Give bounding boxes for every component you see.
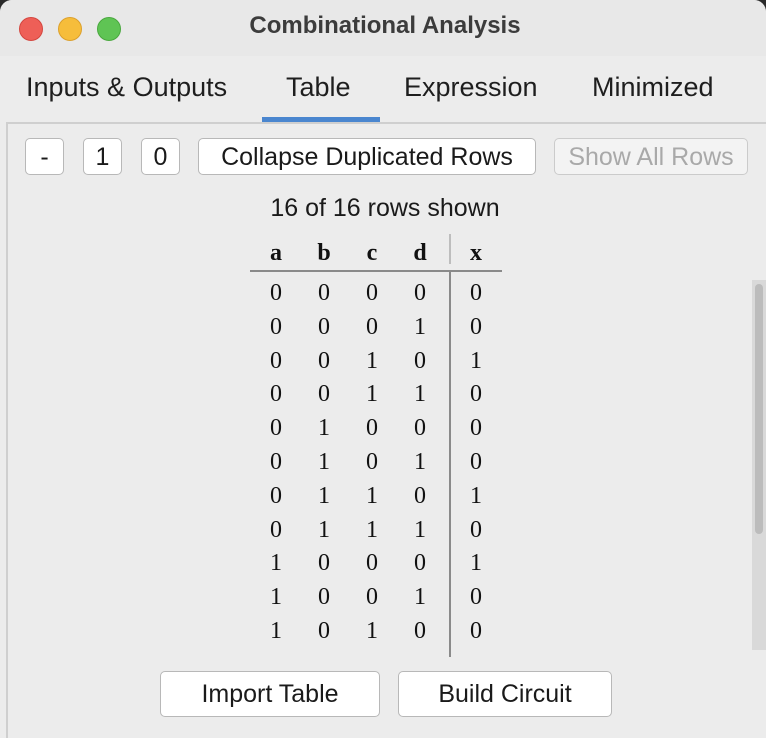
- output-cell[interactable]: 0: [452, 280, 500, 307]
- input-cell: 1: [270, 584, 282, 611]
- input-cell: 1: [366, 482, 378, 509]
- table-scrollbar-thumb[interactable]: [755, 284, 763, 534]
- table-scrollbar[interactable]: [752, 280, 766, 650]
- output-cell[interactable]: 0: [452, 618, 500, 645]
- inputs-outputs-divider: [449, 272, 451, 657]
- column-header-input: d: [413, 240, 427, 266]
- input-cell: 1: [366, 618, 378, 644]
- dont-care-button[interactable]: -: [25, 138, 64, 175]
- output-cell[interactable]: 1: [452, 348, 500, 375]
- input-cell: 0: [414, 618, 426, 644]
- header-underline: [250, 270, 502, 272]
- tab-table[interactable]: Table: [286, 72, 351, 103]
- output-cell[interactable]: 0: [452, 449, 500, 476]
- input-cell: 1: [270, 550, 282, 577]
- input-cell: 0: [318, 618, 330, 644]
- column-header-input: b: [317, 240, 331, 266]
- import-table-button[interactable]: Import Table: [160, 671, 380, 717]
- input-cell: 0: [270, 415, 282, 442]
- input-cell: 0: [366, 280, 378, 306]
- output-cell[interactable]: 0: [452, 517, 500, 544]
- input-cell: 0: [270, 449, 282, 475]
- input-cell: 1: [270, 618, 282, 644]
- input-cell: 0: [414, 415, 426, 442]
- input-cell: 1: [366, 347, 378, 374]
- input-cell: 0: [414, 550, 426, 577]
- input-cell: 0: [318, 280, 330, 306]
- input-cell: 1: [414, 381, 426, 408]
- input-cell: 1: [414, 584, 426, 611]
- column-header-input: a: [270, 240, 282, 266]
- input-cell: 0: [366, 550, 378, 577]
- input-cell: 0: [366, 584, 378, 611]
- output-cell[interactable]: 0: [452, 314, 500, 341]
- input-cell: 0: [366, 449, 378, 475]
- input-cell: 0: [366, 313, 378, 340]
- input-cell: 0: [366, 415, 378, 442]
- rows-shown-status: 16 of 16 rows shown: [270, 194, 500, 222]
- input-cell: 1: [366, 516, 378, 543]
- input-cell: 0: [270, 313, 282, 340]
- combinational-analysis-window: Combinational Analysis Inputs & Outputs …: [0, 0, 766, 738]
- title-bar: Combinational Analysis: [0, 0, 766, 56]
- input-cell: 0: [318, 381, 330, 408]
- input-cell: 1: [318, 449, 330, 475]
- output-cell[interactable]: 0: [452, 415, 500, 442]
- input-cell: 1: [366, 381, 378, 408]
- input-cell: 1: [414, 449, 426, 475]
- input-cell: 0: [270, 347, 282, 374]
- set-zero-button[interactable]: 0: [141, 138, 180, 175]
- input-cell: 0: [318, 550, 330, 577]
- tab-inputs-outputs[interactable]: Inputs & Outputs: [26, 72, 227, 103]
- column-header-input: c: [366, 240, 378, 266]
- input-cell: 0: [270, 280, 282, 306]
- input-cell: 1: [318, 516, 330, 543]
- input-cell: 1: [414, 313, 426, 340]
- set-one-button[interactable]: 1: [83, 138, 122, 175]
- input-cell: 0: [318, 313, 330, 340]
- input-cell: 0: [414, 280, 426, 306]
- input-cell: 0: [270, 516, 282, 543]
- window-title: Combinational Analysis: [249, 12, 521, 39]
- input-cell: 1: [318, 482, 330, 509]
- column-header-output: x: [470, 240, 482, 266]
- input-cell: 0: [270, 482, 282, 509]
- tab-bar: Inputs & Outputs Table Expression Minimi…: [0, 56, 766, 122]
- output-cell[interactable]: 0: [452, 584, 500, 611]
- output-cell[interactable]: 0: [452, 381, 500, 408]
- tab-minimized[interactable]: Minimized: [592, 72, 714, 103]
- input-cell: 0: [414, 482, 426, 509]
- input-cell: 0: [414, 347, 426, 374]
- input-cell: 0: [270, 381, 282, 408]
- show-all-rows-button: Show All Rows: [554, 138, 748, 175]
- header-divider: [449, 234, 451, 264]
- build-circuit-button[interactable]: Build Circuit: [398, 671, 612, 717]
- input-cell: 1: [414, 516, 426, 543]
- output-cell[interactable]: 1: [452, 483, 500, 510]
- collapse-duplicated-rows-button[interactable]: Collapse Duplicated Rows: [198, 138, 536, 175]
- input-cell: 0: [318, 584, 330, 611]
- input-cell: 0: [318, 347, 330, 374]
- output-cell[interactable]: 1: [452, 550, 500, 577]
- input-cell: 1: [318, 415, 330, 442]
- tab-expression[interactable]: Expression: [404, 72, 538, 103]
